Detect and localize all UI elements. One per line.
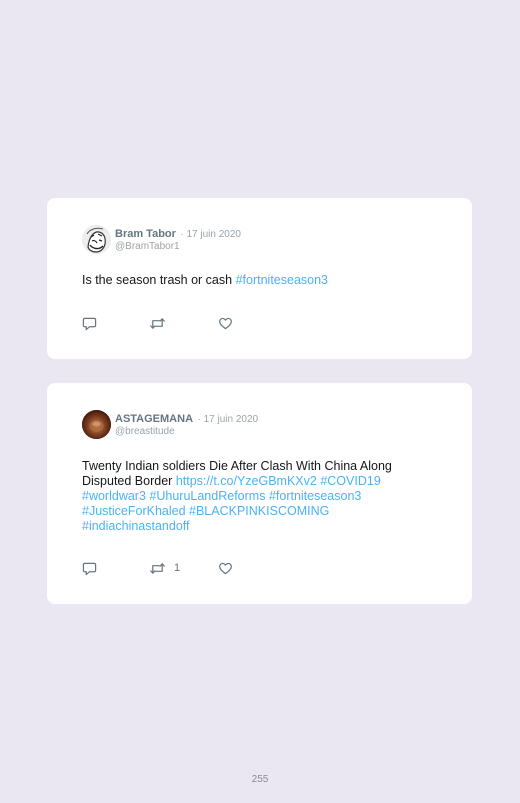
avatar[interactable] (82, 410, 111, 439)
retweet-button[interactable]: 1 (149, 560, 180, 576)
hashtag-link[interactable]: #COVID19 (320, 474, 380, 488)
author-name[interactable]: ASTAGEMANA (115, 413, 193, 425)
retweet-icon (149, 561, 166, 576)
hashtag-link[interactable]: #UhuruLandReforms (149, 489, 265, 503)
author-handle[interactable]: @breastitude (115, 426, 258, 438)
tweet-text: Twenty Indian soldiers Die After Clash W… (82, 459, 432, 534)
hashtag-link[interactable]: #fortniteseason3 (269, 489, 361, 503)
reply-button[interactable] (82, 560, 97, 576)
hashtag-link[interactable]: #JusticeForKhaled (82, 504, 186, 518)
heart-icon (218, 561, 233, 576)
avatar[interactable] (82, 225, 111, 254)
tweet-header: Bram Tabor · 17 juin 2020 @BramTabor1 (115, 227, 241, 253)
hashtag-link[interactable]: #worldwar3 (82, 489, 146, 503)
hashtag-link[interactable]: #BLACKPINKISCOMING (189, 504, 329, 518)
heart-icon (218, 316, 233, 331)
retweet-button[interactable] (149, 315, 174, 331)
retweet-count: 1 (174, 562, 181, 574)
retweet-icon (149, 316, 166, 331)
tweet-card: ASTAGEMANA · 17 juin 2020 @breastitude T… (47, 383, 472, 604)
hashtag-link[interactable]: #fortniteseason3 (236, 273, 328, 287)
hashtag-link[interactable]: #indiachinastandoff (82, 519, 190, 533)
page-number: 255 (251, 774, 269, 785)
tweet-date[interactable]: · 17 juin 2020 (180, 229, 241, 240)
author-handle[interactable]: @BramTabor1 (115, 241, 241, 253)
reply-button[interactable] (82, 315, 97, 331)
tweet-text: Is the season trash or cash #fortnitesea… (82, 273, 432, 288)
author-name[interactable]: Bram Tabor (115, 228, 176, 240)
tweet-card: Bram Tabor · 17 juin 2020 @BramTabor1 Is… (47, 198, 472, 359)
like-button[interactable] (218, 560, 233, 576)
tweet-body: Is the season trash or cash (82, 273, 233, 287)
reply-icon (82, 316, 97, 331)
url-link[interactable]: https://t.co/YzeGBmKXv2 (176, 474, 317, 488)
reply-icon (82, 561, 97, 576)
tweet-date[interactable]: · 17 juin 2020 (197, 414, 258, 425)
like-button[interactable] (218, 315, 233, 331)
tweet-header: ASTAGEMANA · 17 juin 2020 @breastitude (115, 412, 258, 438)
